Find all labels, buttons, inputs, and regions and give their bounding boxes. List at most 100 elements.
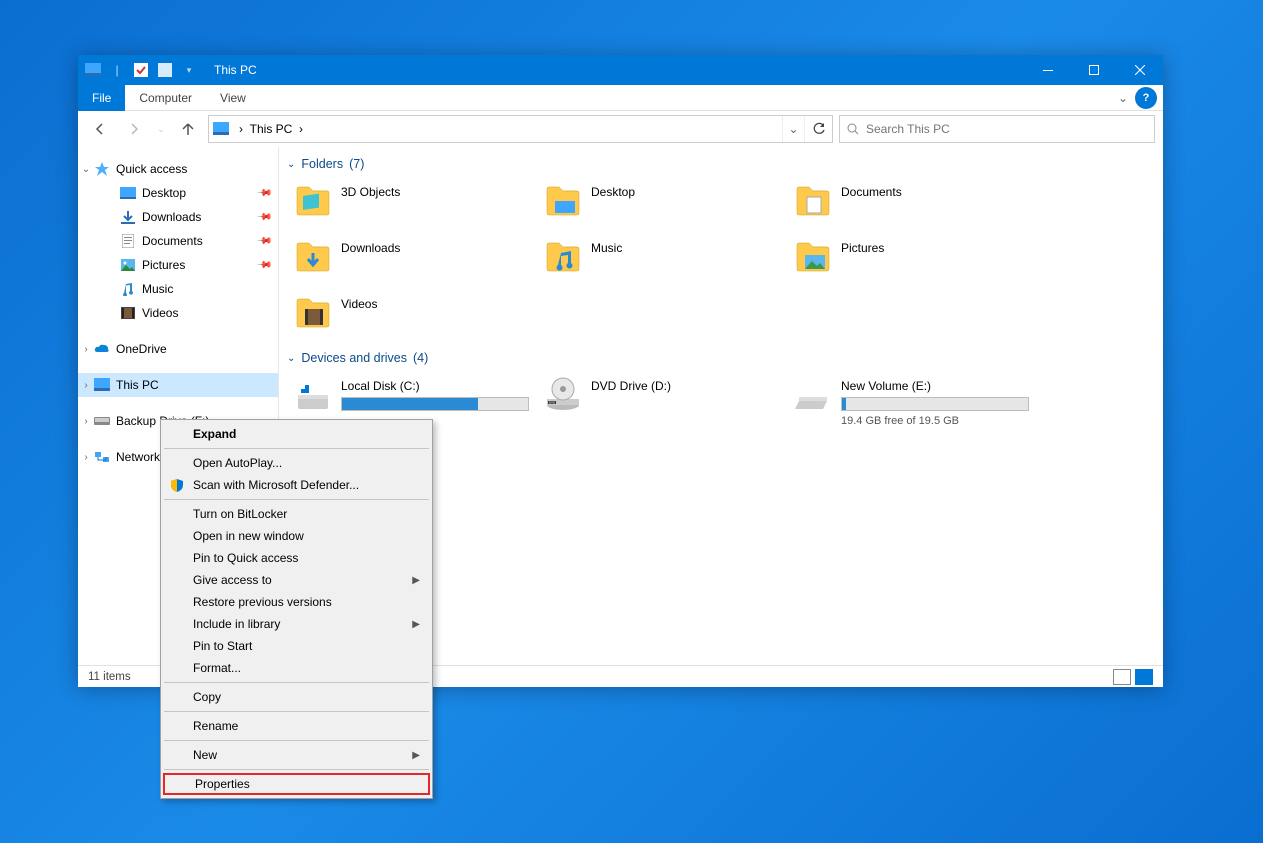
folder-pictures[interactable]: Pictures [787,235,1037,291]
breadcrumb[interactable]: › This PC › [233,122,309,136]
qat-dropdown-icon[interactable]: ▾ [178,59,200,81]
pin-icon: 📌 [255,257,272,274]
folder-label: Pictures [841,239,884,255]
menu-item-label: Pin to Start [193,639,252,653]
menu-new[interactable]: New ▶ [163,744,430,766]
ribbon: File Computer View ⌄ ? [78,85,1163,111]
ribbon-tab-computer[interactable]: Computer [125,85,206,111]
sidebar-item-label: This PC [116,378,159,392]
sidebar-item-desktop[interactable]: Desktop📌 [78,181,278,205]
folder-3d-objects[interactable]: 3D Objects [287,179,537,235]
back-button[interactable] [86,115,114,143]
ribbon-expand-icon[interactable]: ⌄ [1113,85,1133,110]
menu-copy[interactable]: Copy [163,686,430,708]
menu-give-access-to[interactable]: Give access to▶ [163,569,430,591]
menu-rename[interactable]: Rename [163,715,430,737]
ribbon-tab-file[interactable]: File [78,85,125,111]
sidebar-item-documents[interactable]: Documents 📌 [78,229,278,253]
drive-1[interactable]: DVDDVD Drive (D:) [537,373,787,429]
navigation-toolbar: ⌄ › This PC › ⌄ [78,111,1163,147]
qat-newfolder-icon[interactable] [154,59,176,81]
sidebar-item-label: Music [142,282,173,296]
maximize-button[interactable] [1071,55,1117,85]
pin-icon: 📌 [255,233,272,250]
context-menu: Expand Open AutoPlay... Scan with Microsof… [160,419,433,799]
shield-icon [169,478,185,492]
folder-music[interactable]: Music [537,235,787,291]
menu-open-in-new-window[interactable]: Open in new window [163,525,430,547]
drive-icon [795,377,831,413]
folder-desktop[interactable]: Desktop [537,179,787,235]
sidebar-item-music[interactable]: Music [78,277,278,301]
sidebar-item-label: Pictures [142,258,185,272]
folder-label: Downloads [341,239,400,255]
drive-2[interactable]: New Volume (E:) 19.4 GB free of 19.5 GB [787,373,1037,429]
sidebar-item-label: OneDrive [116,342,167,356]
sidebar-item-label: Desktop [142,186,186,200]
chevron-down-icon: ⌄ [287,159,295,170]
drive-label: New Volume (E:) [841,377,1029,393]
menu-pin-to-start[interactable]: Pin to Start [163,635,430,657]
recent-dropdown-icon[interactable]: ⌄ [154,115,168,143]
folders-section-header[interactable]: ⌄Folders (7) [287,157,1163,171]
menu-separator [164,769,429,770]
folder-videos[interactable]: Videos [287,291,537,347]
sidebar-item-videos[interactable]: Videos [78,301,278,325]
menu-separator [164,682,429,683]
menu-expand[interactable]: Expand [163,423,430,445]
menu-separator [164,448,429,449]
search-input[interactable] [866,122,1148,136]
sidebar-quick-access[interactable]: ⌄Quick access [78,157,278,181]
folder-label: 3D Objects [341,183,400,199]
up-button[interactable] [174,115,202,143]
menu-item-label: Give access to [193,573,272,587]
minimize-button[interactable] [1025,55,1071,85]
refresh-button[interactable] [804,116,832,142]
sidebar-item-pictures[interactable]: Pictures 📌 [78,253,278,277]
menu-open-autoplay[interactable]: Open AutoPlay... [163,452,430,474]
search-box[interactable] [839,115,1155,143]
tiles-view-icon[interactable] [1135,669,1153,685]
quick-access-toolbar: | ▾ [78,59,204,81]
pin-icon: 📌 [255,209,272,226]
menu-turn-on-bitlocker[interactable]: Turn on BitLocker [163,503,430,525]
drive-free-space: 19.4 GB free of 19.5 GB [841,415,1029,427]
menu-properties[interactable]: Properties [163,773,430,795]
folder-documents[interactable]: Documents [787,179,1037,235]
search-icon [846,122,860,136]
titlebar: | ▾ This PC [78,55,1163,85]
close-button[interactable] [1117,55,1163,85]
window-title: This PC [214,63,257,77]
folder-downloads[interactable]: Downloads [287,235,537,291]
details-view-icon[interactable] [1113,669,1131,685]
ribbon-tab-view[interactable]: View [206,85,260,111]
drives-section-header[interactable]: ⌄Devices and drives (4) [287,351,1163,365]
folder-label: Music [591,239,622,255]
menu-include-in-library[interactable]: Include in library▶ [163,613,430,635]
sidebar-onedrive[interactable]: ›OneDrive [78,337,278,361]
qat-properties-icon[interactable] [130,59,152,81]
sidebar-item-label: Quick access [116,162,187,176]
menu-separator [164,711,429,712]
menu-scan-with-microsoft-defender[interactable]: Scan with Microsoft Defender... [163,474,430,496]
menu-item-label: Open AutoPlay... [193,456,282,470]
sidebar-item-label: Documents [142,234,203,248]
forward-button[interactable] [120,115,148,143]
menu-pin-to-quick-access[interactable]: Pin to Quick access [163,547,430,569]
submenu-arrow-icon: ▶ [412,750,420,761]
menu-item-label: Turn on BitLocker [193,507,287,521]
item-count: 11 items [88,671,131,683]
capacity-bar [841,397,1029,411]
sidebar-item-downloads[interactable]: Downloads📌 [78,205,278,229]
folder-icon [545,183,581,219]
menu-item-label: Copy [193,690,221,704]
sidebar-this-pc[interactable]: ›This PC [78,373,278,397]
menu-restore-previous-versions[interactable]: Restore previous versions [163,591,430,613]
menu-format[interactable]: Format... [163,657,430,679]
help-icon[interactable]: ? [1135,87,1157,109]
menu-item-label: New [193,748,217,762]
menu-item-label: Rename [193,719,238,733]
sidebar-item-label: Videos [142,306,178,320]
address-bar[interactable]: › This PC › ⌄ [208,115,833,143]
address-dropdown-icon[interactable]: ⌄ [782,116,804,142]
